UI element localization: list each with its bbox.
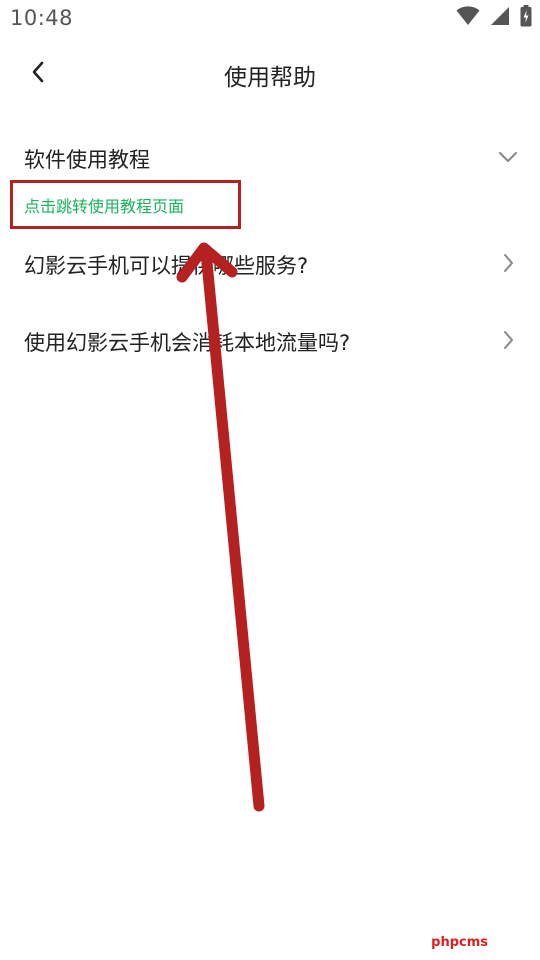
status-bar: 10:48	[0, 0, 540, 38]
chevron-right-icon	[498, 330, 518, 350]
faq-item-data-usage[interactable]: 使用幻影云手机会消耗本地流量吗?	[0, 315, 540, 367]
wifi-icon	[456, 6, 480, 30]
faq-item-label: 软件使用教程	[24, 148, 150, 172]
faq-item-label: 幻影云手机可以提供哪些服务?	[24, 254, 309, 278]
faq-item-label: 使用幻影云手机会消耗本地流量吗?	[24, 331, 351, 355]
status-time: 10:48	[10, 6, 74, 30]
faq-item-services[interactable]: 幻影云手机可以提供哪些服务?	[0, 238, 540, 290]
watermark-text: phpcms	[431, 935, 488, 950]
signal-icon	[490, 6, 510, 30]
help-screen: 10:48 使用帮助 软件使用教程 点击跳转使用教程页面 幻影云手机可以提供哪些…	[0, 0, 540, 960]
chevron-down-icon	[498, 147, 518, 167]
header-bar: 使用帮助	[0, 44, 540, 104]
tutorial-page-link[interactable]: 点击跳转使用教程页面	[24, 193, 184, 217]
page-title: 使用帮助	[224, 65, 316, 91]
status-icons	[456, 5, 532, 31]
battery-icon	[520, 5, 532, 31]
chevron-right-icon	[498, 253, 518, 273]
faq-item-tutorial[interactable]: 软件使用教程	[0, 130, 540, 182]
